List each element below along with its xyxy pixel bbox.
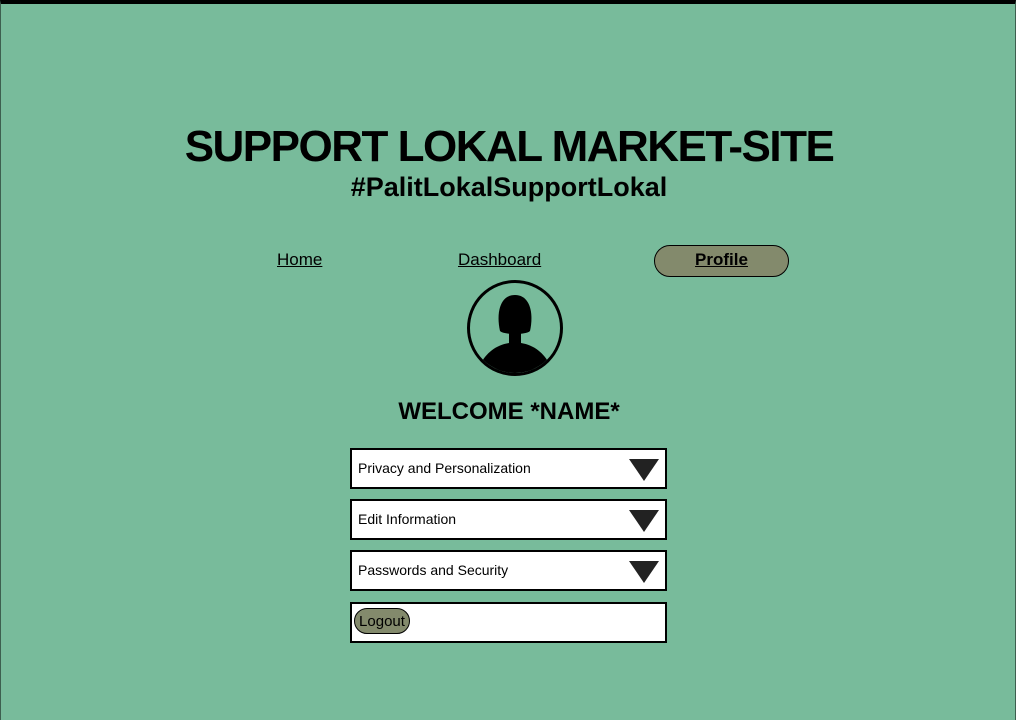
welcome-heading: WELCOME *NAME* [398, 398, 620, 425]
dropdown-label: Privacy and Personalization [358, 460, 531, 476]
nav-profile-link[interactable]: Profile [654, 245, 789, 277]
caret-down-icon[interactable] [629, 561, 659, 583]
user-silhouette-icon [480, 295, 550, 373]
logout-button[interactable]: Logout [354, 608, 410, 634]
site-tagline: #PalitLokalSupportLokal [350, 172, 668, 202]
site-title: SUPPORT LOKAL MARKET-SITE [184, 122, 835, 171]
avatar [467, 280, 563, 376]
privacy-personalization-dropdown[interactable]: Privacy and Personalization [350, 448, 667, 489]
logout-row: Logout [350, 602, 667, 643]
caret-down-icon[interactable] [629, 459, 659, 481]
dropdown-label: Passwords and Security [358, 562, 509, 578]
edit-information-dropdown[interactable]: Edit Information [350, 499, 667, 540]
caret-down-icon[interactable] [629, 510, 659, 532]
nav-home-link[interactable]: Home [277, 249, 322, 271]
passwords-security-dropdown[interactable]: Passwords and Security [350, 550, 667, 591]
nav-dashboard-link[interactable]: Dashboard [458, 249, 541, 271]
dropdown-label: Edit Information [358, 511, 457, 527]
